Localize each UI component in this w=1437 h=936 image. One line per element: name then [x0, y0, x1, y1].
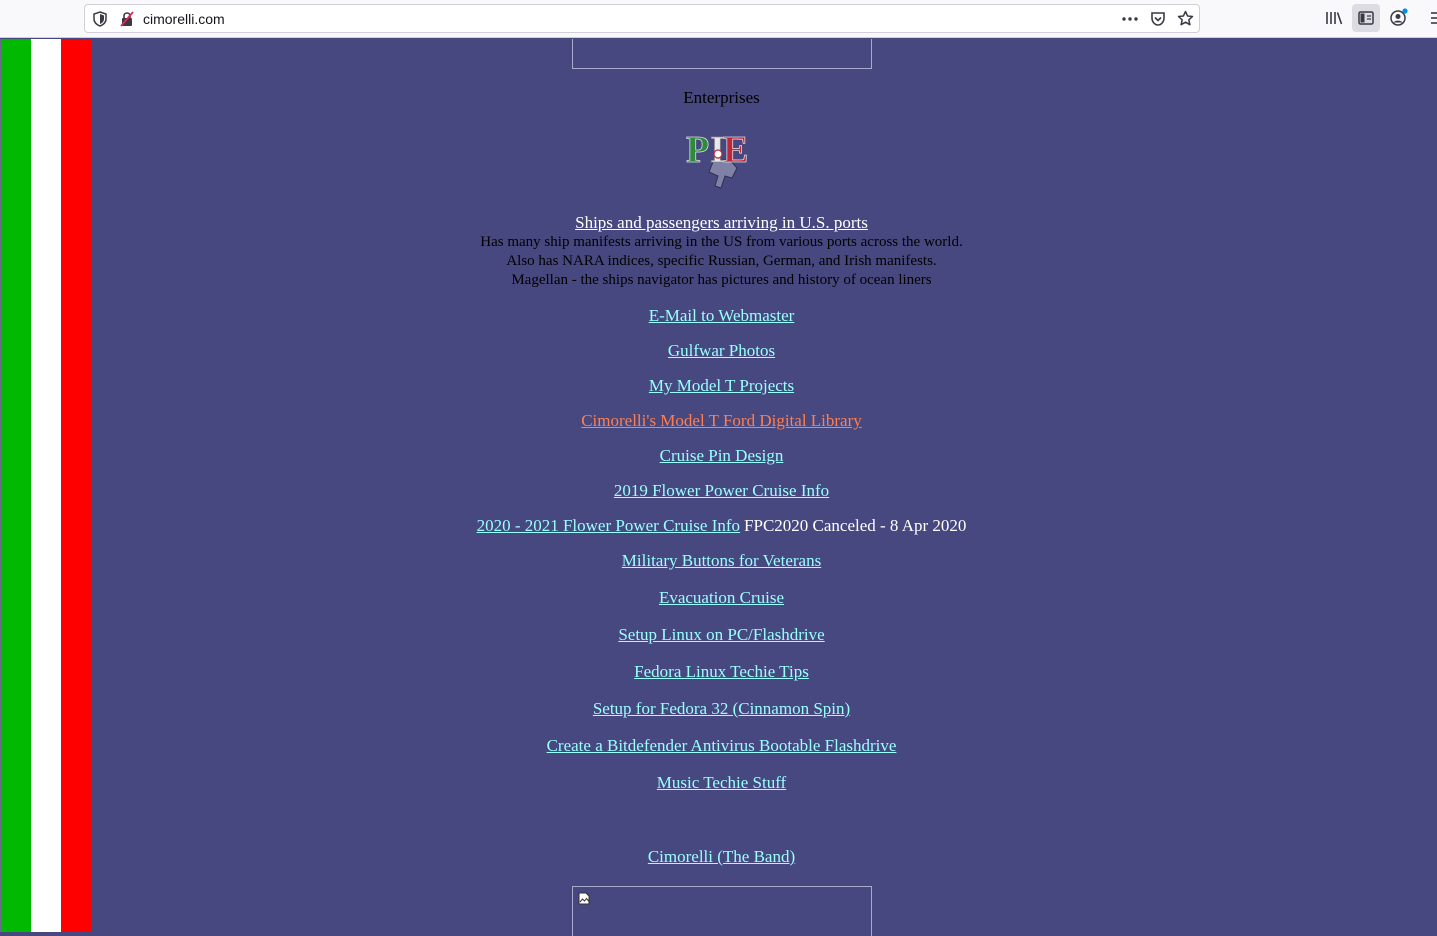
fedora-32-setup-link[interactable]: Setup for Fedora 32 (Cinnamon Spin) — [593, 699, 850, 718]
link-row: Gulfwar Photos — [91, 341, 1352, 361]
model-t-projects-link[interactable]: My Model T Projects — [649, 376, 794, 395]
browser-toolbar: cimorelli.com — [0, 0, 1437, 38]
url-text[interactable]: cimorelli.com — [143, 11, 225, 27]
account-icon[interactable] — [1389, 8, 1409, 28]
ships-description-line: Has many ship manifests arriving in the … — [480, 234, 963, 250]
link-row: Music Techie Stuff — [91, 773, 1352, 793]
fedora-tips-link[interactable]: Fedora Linux Techie Tips — [634, 662, 809, 681]
link-row: 2020 - 2021 Flower Power Cruise Info FPC… — [91, 516, 1352, 536]
flower-power-2020-link[interactable]: 2020 - 2021 Flower Power Cruise Info — [477, 516, 740, 535]
model-t-library-link[interactable]: Cimorelli's Model T Ford Digital Library — [581, 411, 862, 430]
cimorelli-band-link[interactable]: Cimorelli (The Band) — [648, 847, 795, 866]
shield-icon[interactable] — [93, 11, 107, 27]
pocket-icon[interactable] — [1150, 11, 1166, 27]
music-techie-link[interactable]: Music Techie Stuff — [657, 773, 786, 792]
stripe-green — [1, 39, 31, 932]
ships-description-line: Magellan - the ships navigator has pictu… — [511, 272, 932, 288]
sidebar-button[interactable] — [1352, 4, 1380, 32]
link-row: Cruise Pin Design — [91, 446, 1352, 466]
image-frame-bottom — [572, 886, 872, 936]
cruise-pin-design-link[interactable]: Cruise Pin Design — [660, 446, 784, 465]
image-frame-top — [572, 39, 872, 69]
link-row: Cimorelli (The Band) — [91, 847, 1352, 867]
flower-power-2019-link[interactable]: 2019 Flower Power Cruise Info — [614, 481, 829, 500]
broken-image-icon — [578, 892, 590, 905]
ships-passengers-link[interactable]: Ships and passengers arriving in U.S. po… — [91, 213, 1352, 233]
link-row: Fedora Linux Techie Tips — [91, 662, 1352, 682]
link-row: E-Mail to Webmaster — [91, 306, 1352, 326]
stripe-white — [31, 39, 61, 932]
evacuation-cruise-link[interactable]: Evacuation Cruise — [659, 588, 784, 607]
link-row: Setup for Fedora 32 (Cinnamon Spin) — [91, 699, 1352, 719]
address-bar[interactable]: cimorelli.com — [84, 4, 1200, 33]
link-row: Evacuation Cruise — [91, 588, 1352, 608]
link-row: Create a Bitdefender Antivirus Bootable … — [91, 736, 1352, 756]
link-row: Military Buttons for Veterans — [91, 551, 1352, 571]
ships-description-line: Also has NARA indices, specific Russian,… — [506, 253, 937, 269]
menu-icon[interactable] — [1429, 11, 1437, 25]
pie-logo: P I E — [686, 129, 749, 189]
more-icon[interactable] — [1121, 16, 1139, 22]
link-row: Cimorelli's Model T Ford Digital Library — [91, 411, 1352, 431]
insecure-lock-icon[interactable] — [119, 11, 135, 27]
svg-text:P: P — [686, 129, 709, 171]
star-icon[interactable] — [1177, 10, 1194, 27]
email-webmaster-link[interactable]: E-Mail to Webmaster — [649, 306, 795, 325]
fpc-canceled-note: FPC2020 Canceled - 8 Apr 2020 — [744, 516, 967, 535]
gulfwar-photos-link[interactable]: Gulfwar Photos — [668, 341, 775, 360]
link-row: 2019 Flower Power Cruise Info — [91, 481, 1352, 501]
svg-text:E: E — [723, 129, 748, 171]
stripe-red — [61, 39, 91, 932]
link-row: My Model T Projects — [91, 376, 1352, 396]
link-row: Setup Linux on PC/Flashdrive — [91, 625, 1352, 645]
enterprises-label: Enterprises — [683, 88, 760, 107]
setup-linux-link[interactable]: Setup Linux on PC/Flashdrive — [618, 625, 824, 644]
sidebar-icon — [1358, 11, 1374, 25]
library-icon[interactable] — [1325, 10, 1343, 26]
page-content: Enterprises P I E Ships and passengers a… — [91, 39, 1352, 936]
bitdefender-flashdrive-link[interactable]: Create a Bitdefender Antivirus Bootable … — [547, 736, 897, 755]
military-buttons-link[interactable]: Military Buttons for Veterans — [622, 551, 821, 570]
